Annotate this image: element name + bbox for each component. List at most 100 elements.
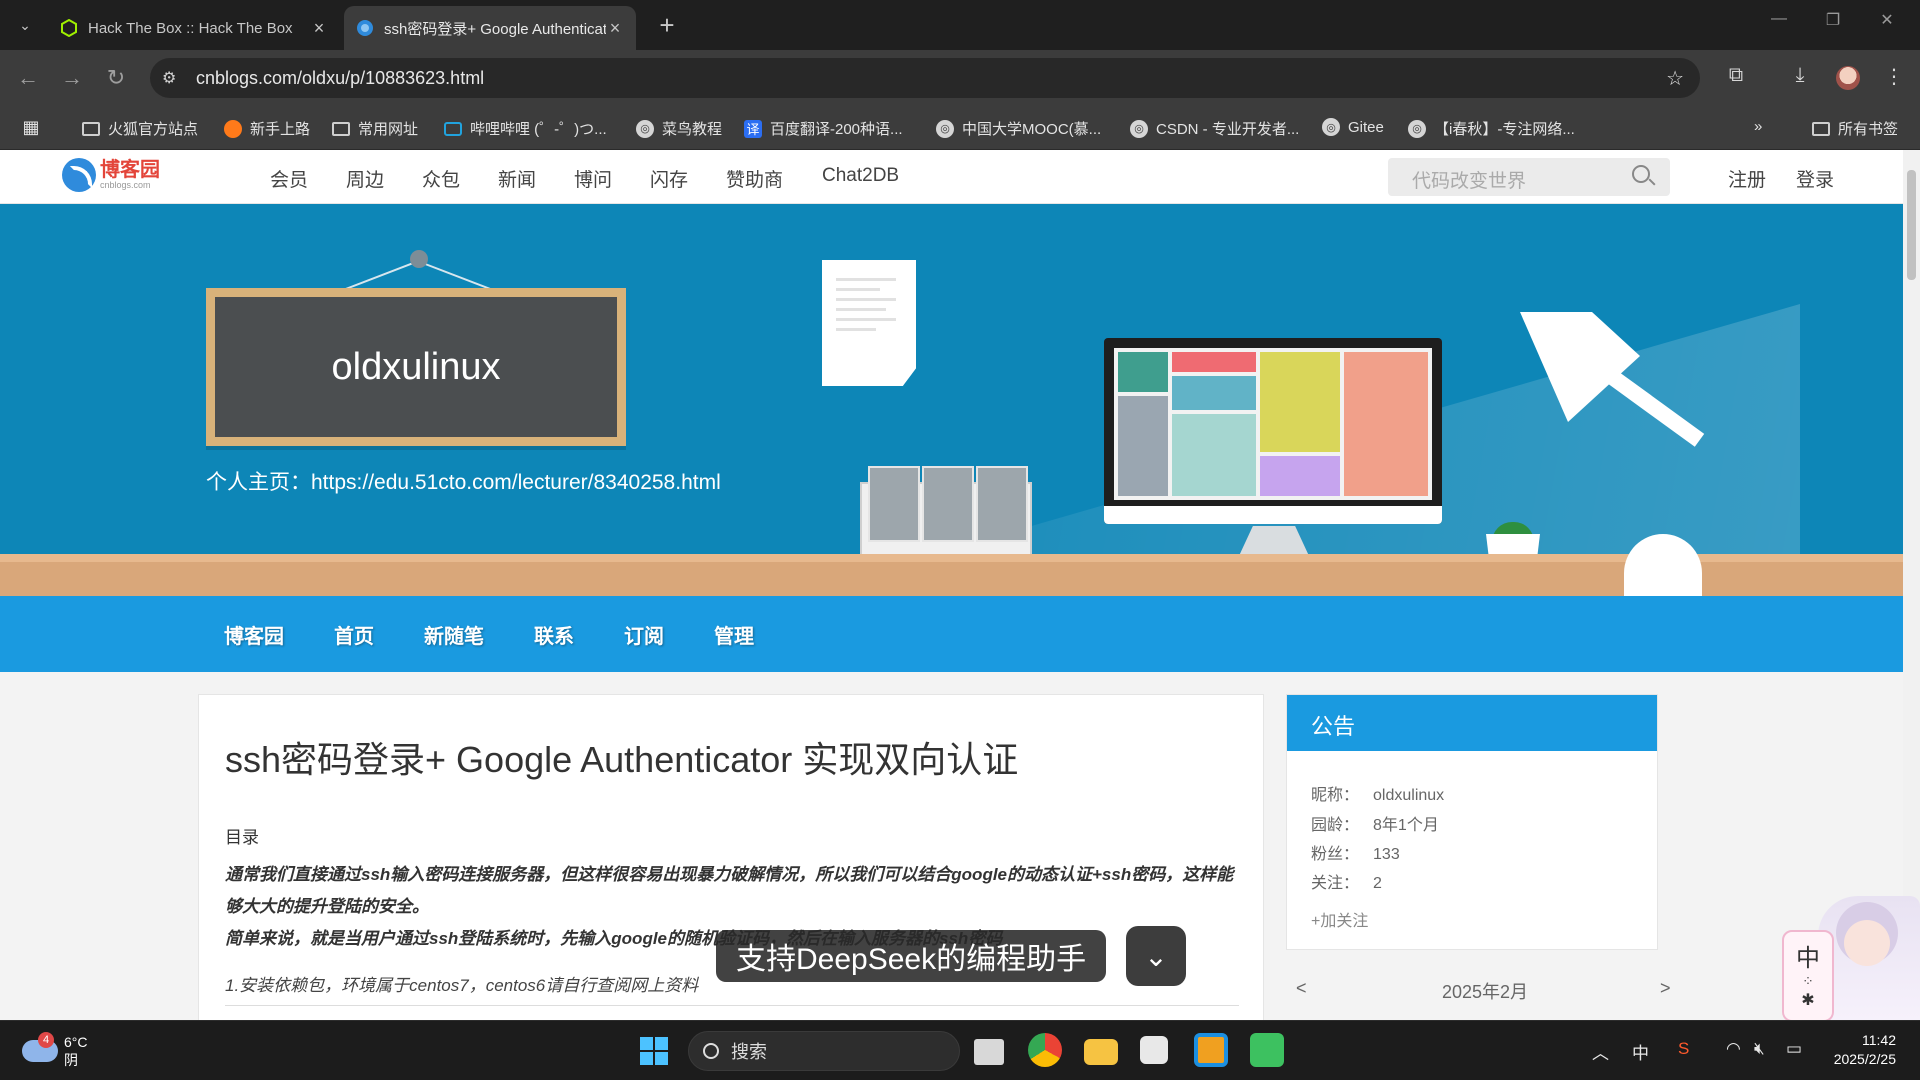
page-scrollbar[interactable]: [1903, 150, 1920, 1020]
bookmark-item[interactable]: ◎ 中国大学MOOC(慕...: [936, 118, 1101, 139]
more-bookmarks-icon[interactable]: »: [1754, 118, 1762, 135]
extensions-icon[interactable]: ⧉: [1722, 64, 1750, 87]
nav-link[interactable]: 众包: [422, 165, 460, 192]
new-tab-button[interactable]: +: [650, 8, 684, 42]
back-arrow-icon[interactable]: ←: [12, 62, 44, 94]
following-link[interactable]: 2: [1373, 875, 1382, 892]
homepage-link[interactable]: 个人主页：https://edu.51cto.com/lecturer/8340…: [206, 466, 721, 496]
bookmark-item[interactable]: 常用网址: [332, 118, 418, 139]
close-window-icon[interactable]: ✕: [1872, 10, 1902, 30]
bookmark-star-icon[interactable]: ☆: [1666, 66, 1684, 91]
search-icon[interactable]: [1632, 165, 1650, 183]
cnblogs-logo[interactable]: 博客园 cnblogs.com: [62, 158, 160, 192]
bookmark-label: Gitee: [1348, 118, 1384, 136]
article-title[interactable]: ssh密码登录+ Google Authenticator 实现双向认证: [225, 731, 1018, 783]
task-view-icon[interactable]: [974, 1039, 1004, 1065]
nickname-row: 昵称： oldxulinux: [1311, 787, 1445, 804]
bookmark-item[interactable]: ◎ 菜鸟教程: [636, 118, 722, 139]
close-tab-icon[interactable]: ×: [606, 18, 624, 39]
bookmark-label: 【i春秋】-专注网络...: [1434, 121, 1575, 138]
restore-icon[interactable]: ❐: [1818, 10, 1848, 30]
nav-link[interactable]: 闪存: [650, 165, 688, 192]
table-of-contents[interactable]: 目录: [225, 823, 259, 848]
bookmark-item[interactable]: ◎ 【i春秋】-专注网络...: [1408, 118, 1575, 139]
tray-overflow-icon[interactable]: ︿: [1592, 1039, 1609, 1064]
followers-row: 粉丝： 133: [1311, 846, 1400, 863]
bookmark-item[interactable]: ◎ CSDN - 专业开发者...: [1130, 118, 1299, 139]
minimize-icon[interactable]: —: [1764, 10, 1794, 28]
followers-link[interactable]: 133: [1373, 846, 1400, 863]
blog-banner: oldxulinux 个人主页：https://edu.51cto.com/le…: [0, 204, 1903, 596]
bookmark-item[interactable]: 哔哩哔哩 (゜-゜)つ...: [444, 118, 607, 139]
intro-paragraph-1: 通常我们直接通过ssh输入密码连接服务器，但这样很容易出现暴力破解情况，所以我们…: [225, 865, 1234, 916]
url-text[interactable]: cnblogs.com/oldxu/p/10883623.html: [196, 68, 484, 89]
volume-mute-icon[interactable]: 🔇︎: [1754, 1039, 1765, 1059]
ime-mode-label: 中: [1796, 945, 1820, 972]
search-icon: [703, 1043, 719, 1059]
file-explorer-icon[interactable]: [1084, 1039, 1118, 1065]
bookmark-label: 菜鸟教程: [662, 121, 723, 138]
hackthebox-icon: [60, 18, 78, 38]
system-clock[interactable]: 11:42 2025/2/25: [1826, 1031, 1896, 1069]
blog-menu-item[interactable]: 首页: [334, 620, 374, 649]
app-icon[interactable]: [1250, 1033, 1284, 1067]
login-link[interactable]: 登录: [1796, 165, 1834, 192]
battery-icon[interactable]: ▭: [1786, 1039, 1802, 1059]
tab-hackthebox[interactable]: Hack The Box :: Hack The Box ×: [48, 6, 340, 50]
blog-menu-item[interactable]: 联系: [534, 620, 574, 649]
reload-icon[interactable]: ↻: [100, 62, 132, 94]
nav-link[interactable]: 赞助商: [726, 165, 783, 192]
blog-menu-item[interactable]: 管理: [714, 620, 754, 649]
menu-dots-icon[interactable]: ⋮: [1880, 64, 1908, 89]
nav-link[interactable]: Chat2DB: [822, 165, 899, 187]
address-bar[interactable]: ⚙ cnblogs.com/oldxu/p/10883623.html ☆: [150, 58, 1700, 98]
download-icon[interactable]: ⤓: [1786, 64, 1814, 87]
snipping-tool-icon[interactable]: [1140, 1036, 1168, 1064]
nav-link[interactable]: 会员: [270, 165, 308, 192]
scrollbar-thumb[interactable]: [1907, 170, 1916, 280]
age-row: 园龄： 8年1个月: [1311, 817, 1439, 834]
blog-menu-item[interactable]: 订阅: [624, 620, 664, 649]
sogou-icon[interactable]: S: [1678, 1039, 1689, 1059]
forward-arrow-icon[interactable]: →: [56, 62, 88, 94]
site-search-input[interactable]: 代码改变世界: [1388, 158, 1670, 196]
baidu-translate-icon: 译: [744, 119, 762, 138]
start-button[interactable]: [640, 1037, 668, 1065]
bookmark-item[interactable]: 新手上路: [224, 118, 310, 139]
blog-name[interactable]: oldxulinux: [215, 297, 617, 437]
site-info-icon[interactable]: ⚙: [162, 68, 176, 88]
bookmark-item[interactable]: ◎ Gitee: [1322, 118, 1384, 136]
nav-link[interactable]: 新闻: [498, 165, 536, 192]
bookmark-item[interactable]: 译百度翻译-200种语...: [744, 118, 903, 139]
tab-cnblogs[interactable]: ssh密码登录+ Google Authenticator ×: [344, 6, 636, 50]
firefox-icon: [224, 119, 242, 138]
vmware-icon[interactable]: [1194, 1033, 1228, 1067]
date: 2025/2/25: [1833, 1051, 1896, 1067]
apps-grid-icon[interactable]: ▦: [22, 117, 48, 137]
blog-menu-item[interactable]: 新随笔: [424, 620, 484, 649]
follow-button[interactable]: +加关注: [1311, 907, 1368, 931]
register-link[interactable]: 注册: [1728, 165, 1766, 192]
taskbar-search[interactable]: 搜索: [688, 1031, 960, 1071]
ime-floating-widget[interactable]: 中 ⁘ ✱: [1782, 930, 1834, 1022]
deepseek-ad-banner[interactable]: 支持DeepSeek的编程助手: [716, 930, 1107, 982]
calendar-next[interactable]: >: [1660, 978, 1671, 999]
all-bookmarks[interactable]: 所有书签: [1812, 118, 1898, 139]
weather-widget[interactable]: 4 6°C 阴: [22, 1032, 88, 1069]
ime-indicator[interactable]: 中: [1632, 1039, 1649, 1064]
globe-icon: ◎: [1130, 119, 1148, 138]
following-row: 关注： 2: [1311, 875, 1382, 892]
chrome-icon[interactable]: [1028, 1033, 1062, 1067]
nickname-link[interactable]: oldxulinux: [1373, 787, 1444, 804]
tab-search-button[interactable]: ⌄: [8, 8, 42, 42]
close-tab-icon[interactable]: ×: [310, 18, 328, 39]
wifi-icon[interactable]: ◠: [1726, 1039, 1741, 1059]
blog-menu-item[interactable]: 博客园: [224, 620, 284, 649]
globe-icon: ◎: [636, 119, 654, 138]
profile-avatar[interactable]: [1836, 66, 1860, 90]
bookmark-item[interactable]: 火狐官方站点: [82, 118, 198, 139]
nav-link[interactable]: 周边: [346, 165, 384, 192]
nav-link[interactable]: 博问: [574, 165, 612, 192]
chevron-down-icon[interactable]: ⌄: [1126, 926, 1186, 986]
calendar-prev[interactable]: <: [1296, 978, 1307, 999]
